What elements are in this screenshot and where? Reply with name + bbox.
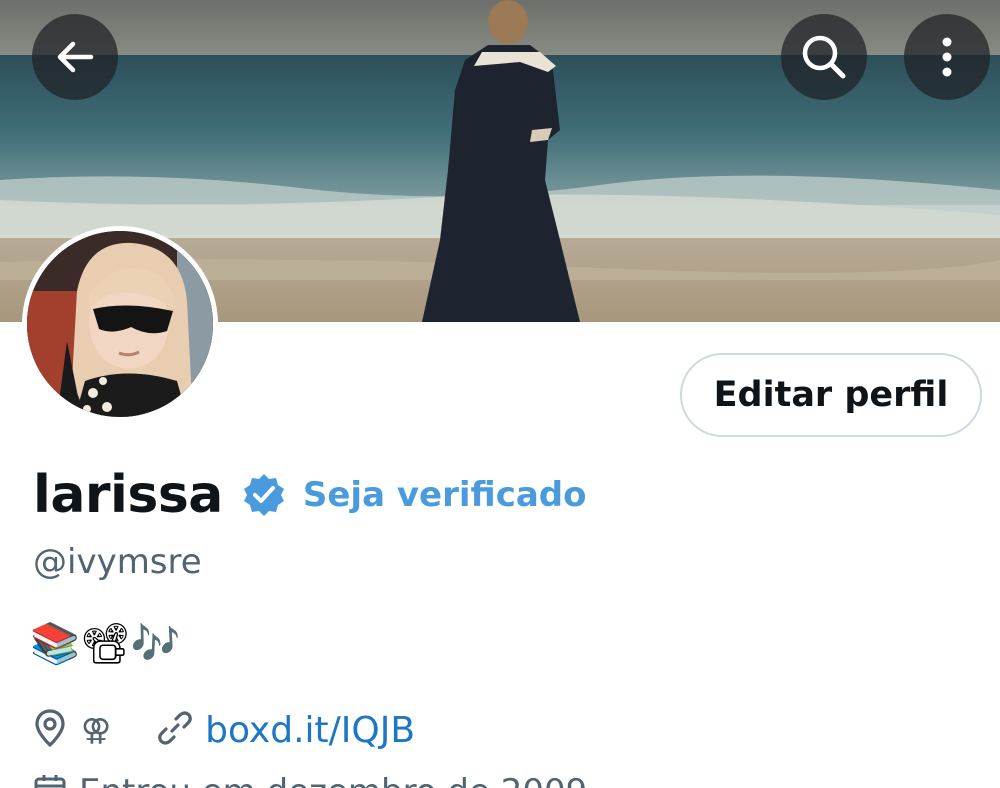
- location-pin-icon: [33, 708, 67, 753]
- search-icon: [802, 35, 846, 79]
- bio-text: 📚📽🎶: [30, 621, 181, 667]
- website-link[interactable]: boxd.it/IQJB: [205, 710, 415, 751]
- username-handle: @ivymsre: [33, 542, 202, 582]
- get-verified-link[interactable]: Seja verificado: [303, 475, 587, 515]
- calendar-icon: [33, 773, 67, 788]
- edit-profile-button[interactable]: Editar perfil: [680, 353, 982, 437]
- more-vertical-icon: [942, 37, 952, 77]
- profile-meta-row: ⚢ boxd.it/IQJB: [33, 700, 415, 760]
- arrow-left-icon: [57, 41, 94, 73]
- search-button[interactable]: [781, 14, 867, 100]
- avatar-image: [27, 231, 213, 417]
- verified-badge-icon: [241, 472, 287, 518]
- display-name: larissa: [33, 465, 223, 525]
- avatar[interactable]: [22, 226, 218, 422]
- name-row: larissa Seja verificado: [33, 460, 587, 530]
- back-button[interactable]: [32, 14, 118, 100]
- joined-date: Entrou em dezembro de 2009: [79, 772, 587, 788]
- more-options-button[interactable]: [904, 14, 990, 100]
- link-icon: [157, 710, 193, 751]
- profile-page: Editar perfil larissa Seja verificado @i…: [0, 0, 1000, 788]
- location-text: ⚢: [81, 712, 112, 748]
- joined-row: Entrou em dezembro de 2009: [33, 772, 587, 788]
